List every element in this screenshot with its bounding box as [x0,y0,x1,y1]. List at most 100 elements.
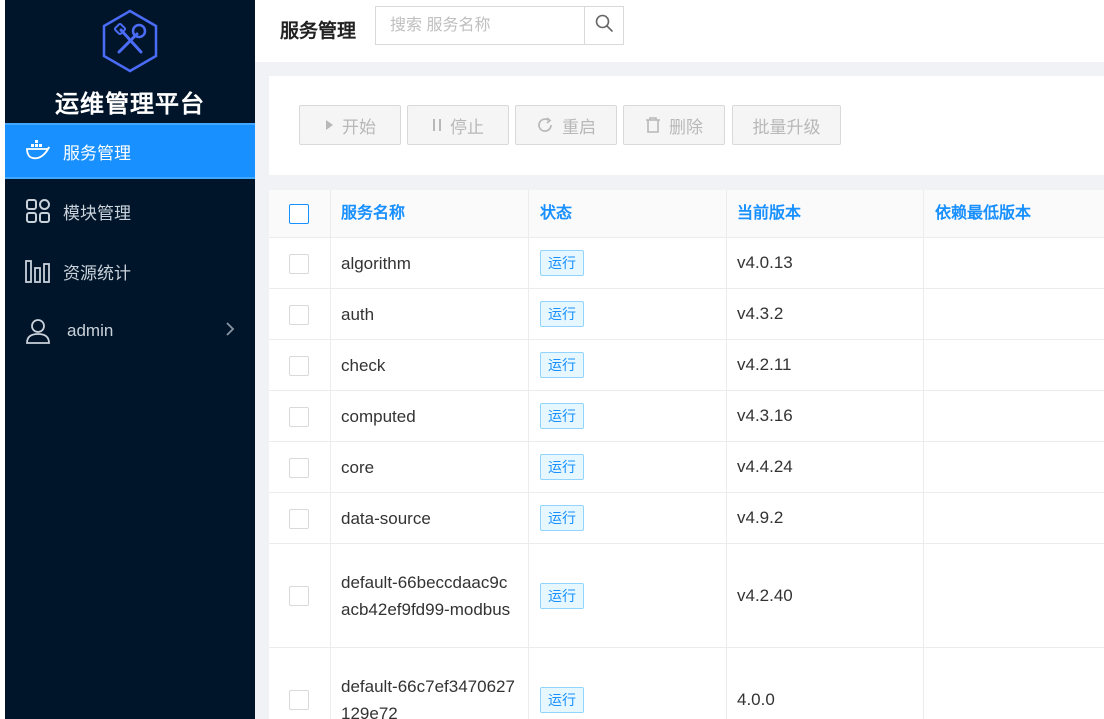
sidebar-item-service-management[interactable]: 服务管理 [5,123,255,179]
row-checkbox[interactable] [289,253,309,274]
page-title: 服务管理 [280,21,357,42]
sidebar-item-label: 服务管理 [63,143,131,163]
table-row[interactable]: data-source 运行 v4.9.2 [269,493,1104,544]
delete-button[interactable]: 删除 [623,105,725,145]
table-row[interactable]: core 运行 v4.4.24 [269,442,1104,493]
version-cell: v4.9.2 [737,508,784,527]
sidebar-item-module-management[interactable]: 模块管理 [5,183,255,239]
user-icon [25,318,51,344]
column-divider [923,190,924,719]
play-icon [324,119,334,131]
sidebar: 运维管理平台 服务管理 模块管理 资源统计 admin [5,0,255,719]
service-name-cell: default-66c7ef3470627129e72 [341,676,515,719]
table-row[interactable]: check 运行 v4.2.11 [269,340,1104,391]
restart-label: 重启 [562,117,596,137]
status-badge: 运行 [540,352,584,378]
docker-icon [25,138,51,164]
tools-logo-icon [102,9,158,73]
service-name-cell: default-66beccdaac9cacb42ef9fd99-modbus [341,572,511,619]
stop-button[interactable]: 停止 [407,105,509,145]
min-dependency-cell [923,238,935,288]
delete-label: 删除 [669,117,703,137]
row-checkbox[interactable] [289,457,309,478]
stop-label: 停止 [450,117,484,137]
service-name-cell: auth [341,304,375,324]
status-badge: 运行 [540,686,584,713]
column-header-version[interactable]: 当前版本 [725,190,801,238]
table-row[interactable]: computed 运行 v4.3.16 [269,391,1104,442]
service-name-cell: core [341,457,375,477]
status-cell: 运行 [528,442,584,492]
sidebar-item-label: 资源统计 [63,263,131,283]
status-badge: 运行 [540,301,584,327]
grid-icon [25,198,51,224]
version-cell: 4.0.0 [737,689,775,709]
sidebar-item-admin[interactable]: admin [5,303,255,359]
bar-chart-icon [25,258,51,284]
status-cell: 运行 [528,289,584,339]
table-row[interactable]: default-66beccdaac9cacb42ef9fd99-modbus 运… [269,544,1104,648]
start-label: 开始 [342,117,376,137]
min-dependency-cell [923,442,935,492]
pause-icon [432,118,442,132]
service-name-cell: computed [341,406,416,426]
version-cell: v4.2.11 [737,355,792,374]
status-badge: 运行 [540,454,584,480]
column-header-status[interactable]: 状态 [528,190,572,238]
table-row[interactable]: default-66c7ef3470627129e72 运行 4.0.0 [269,648,1104,719]
restart-button[interactable]: 重启 [515,105,617,145]
version-cell: v4.3.2 [737,304,784,323]
services-table: 服务名称 状态 当前版本 依赖最低版本 algorithm 运行 v4.0.13 au… [269,190,1104,719]
row-checkbox[interactable] [289,355,309,376]
version-cell: v4.3.16 [737,406,793,425]
search-input[interactable] [375,6,585,45]
select-all-checkbox[interactable] [289,204,309,224]
column-header-min-dependency[interactable]: 依赖最低版本 [923,190,1031,238]
min-dependency-cell [923,544,935,647]
status-cell: 运行 [528,493,584,543]
app-logo [5,8,255,74]
batch-upgrade-label: 批量升级 [752,117,821,137]
status-cell: 运行 [528,544,584,647]
column-divider [330,190,331,719]
row-checkbox[interactable] [289,304,309,325]
column-header-name[interactable]: 服务名称 [329,190,405,238]
start-button[interactable]: 开始 [299,105,401,145]
app-title: 运维管理平台 [55,91,205,118]
version-cell: v4.0.13 [737,253,793,272]
table-header: 服务名称 状态 当前版本 依赖最低版本 [269,190,1104,238]
min-dependency-cell [923,340,935,390]
column-divider [528,190,529,719]
service-name-cell: algorithm [341,253,411,273]
status-cell: 运行 [528,340,584,390]
reload-icon [536,116,554,134]
min-dependency-cell [923,391,935,441]
status-badge: 运行 [540,250,584,276]
trash-icon [645,116,661,134]
batch-upgrade-button[interactable]: 批量升级 [732,105,841,145]
row-checkbox[interactable] [289,690,309,710]
status-cell: 运行 [528,648,584,719]
action-toolbar: 开始 停止 重启 删除 批量升级 [269,76,1104,175]
table-row[interactable]: auth 运行 v4.3.2 [269,289,1104,340]
min-dependency-cell [923,493,935,543]
status-cell: 运行 [528,238,584,288]
search-button[interactable] [584,6,624,45]
status-badge: 运行 [540,505,584,531]
row-checkbox[interactable] [289,406,309,427]
row-checkbox[interactable] [289,586,309,606]
version-cell: v4.2.40 [737,585,793,605]
sidebar-item-resource-statistics[interactable]: 资源统计 [5,243,255,299]
status-badge: 运行 [540,582,584,609]
service-name-cell: check [341,355,386,375]
column-divider [726,190,727,719]
chevron-right-icon [225,321,235,342]
status-cell: 运行 [528,391,584,441]
version-cell: v4.4.24 [737,457,793,476]
table-row[interactable]: algorithm 运行 v4.0.13 [269,238,1104,289]
search-icon [595,14,613,37]
row-checkbox[interactable] [289,508,309,529]
min-dependency-cell [923,289,935,339]
sidebar-item-label: 模块管理 [63,203,131,223]
service-name-cell: data-source [341,508,431,528]
